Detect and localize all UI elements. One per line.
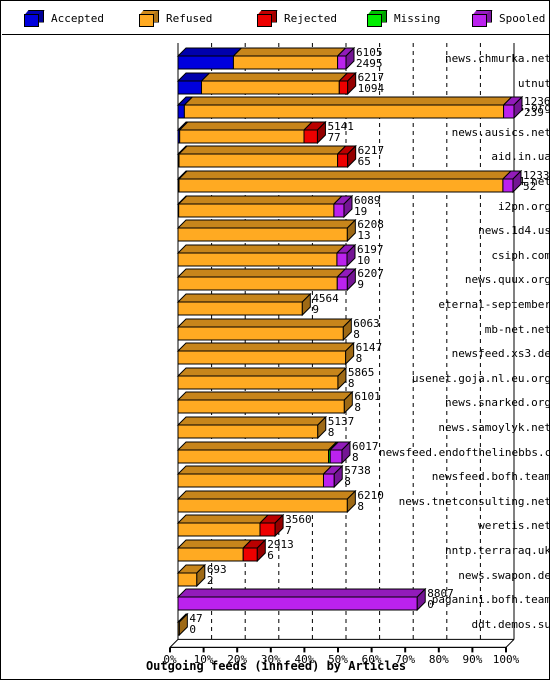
legend-accepted-label: Accepted xyxy=(51,11,104,25)
plot-area: news.chmurka.net61052495utnut62171094new… xyxy=(1,35,550,681)
legend-missing-swatch-icon xyxy=(367,9,388,27)
legend-accepted: Accepted xyxy=(24,2,104,35)
chart-frame: Accepted Refused Rejected Missing Spooled ne… xyxy=(0,0,550,680)
legend-refused: Refused xyxy=(139,2,212,35)
x-tick-label: 100% xyxy=(492,653,520,667)
legend-missing-label: Missing xyxy=(394,11,441,25)
x-axis xyxy=(169,646,507,653)
legend-refused-swatch-icon xyxy=(139,9,160,27)
legend-rejected-label: Rejected xyxy=(284,11,337,25)
legend-rejected-swatch-icon xyxy=(257,9,278,27)
legend-spooled-label: Spooled xyxy=(499,11,546,25)
legend-spooled-swatch-icon xyxy=(472,9,493,27)
legend-spooled: Spooled xyxy=(472,2,545,35)
chart-legend: Accepted Refused Rejected Missing Spooled xyxy=(2,2,550,35)
legend-refused-label: Refused xyxy=(166,11,213,25)
legend-accepted-swatch-icon xyxy=(24,9,45,27)
legend-missing: Missing xyxy=(367,2,440,35)
legend-rejected: Rejected xyxy=(257,2,337,35)
